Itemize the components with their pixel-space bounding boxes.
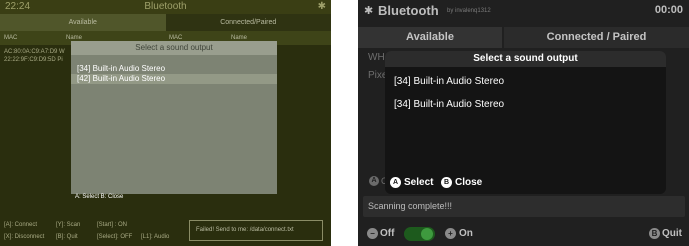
control-scan: [Y]: Scan [56,222,81,228]
b-button-icon: B [441,177,452,188]
b-button-icon: B [649,228,660,239]
off-label: Off [380,228,395,239]
minus-icon: − [367,228,378,239]
sound-output-item-selected[interactable]: [42] Built-in Audio Stereo [71,74,277,84]
device-list: AC:80:0A:C9:A7:D9 W 22:22:9F:C9:D9:5D Pi [4,48,65,64]
tab-available[interactable]: Available [0,14,166,31]
device-mac: 22:22:9F:C9:D9:5D [4,57,56,63]
legacy-bluetooth-screen: 22:24 Bluetooth ✱ Available Connected/Pa… [0,0,331,246]
control-l1: [L1]: Audio [141,234,170,240]
sound-output-dialog: Select a sound output [34] Built-in Audi… [385,51,666,194]
on-label: On [459,228,473,239]
plus-icon: + [445,228,456,239]
select-button[interactable]: A Select [390,177,433,188]
close-button[interactable]: B Close [441,177,482,188]
bottom-bar: − Off + On B Quit [358,224,689,244]
close-label: Close [455,177,483,188]
device-name-partial[interactable]: WH [368,52,385,63]
dialog-title: Select a sound output [71,41,277,55]
quit-button[interactable]: Quit [662,228,682,239]
bluetooth-icon: ✱ [364,5,374,17]
dialog-hint: A: Select B: Close [75,194,124,200]
tab-connected-paired[interactable]: Connected/Paired [165,14,331,31]
device-name: W [59,49,65,55]
select-label: Select [404,177,434,188]
tab-bar: Available Connected/Paired [0,14,331,31]
tab-available[interactable]: Available [358,27,502,48]
sound-output-item[interactable]: [34] Built-in Audio Stereo [71,64,277,74]
header-bar: 22:24 Bluetooth ✱ [0,0,331,14]
tab-connected-paired[interactable]: Connected / Paired [504,27,689,48]
control-connect: [A]: Connect [4,222,38,228]
header-bar: ✱ Bluetooth by invalenq1312 00:00 [358,0,689,24]
dialog-title: Select a sound output [385,51,666,67]
control-quit: [B]: Quit [56,234,78,240]
app-title: Bluetooth [144,1,187,12]
bluetooth-icon: ✱ [317,1,326,12]
sound-output-item[interactable]: [34] Built-in Audio Stereo [394,99,504,110]
control-select: [Select]: OFF [97,234,133,240]
sound-output-item[interactable]: [34] Built-in Audio Stereo [394,76,504,87]
control-disconnect: [X]: Disconnect [4,234,45,240]
status-message: Failed! Send to me: /data/connect.txt [189,220,323,241]
tab-bar: Available Connected / Paired [358,27,689,48]
a-button-icon: A [390,177,401,188]
list-item[interactable]: 22:22:9F:C9:D9:5D Pi [4,56,65,64]
sound-output-dialog: Select a sound output [34] Built-in Audi… [71,41,277,200]
device-name: Pi [57,57,63,63]
app-byline: by invalenq1312 [447,8,491,14]
bluetooth-toggle[interactable] [404,227,435,241]
a-button-icon: A [369,176,379,186]
control-start: [Start] : ON [97,222,128,228]
device-mac: AC:80:0A:C9:A7:D9 [4,49,58,55]
column-header-mac: MAC [4,35,18,41]
app-title: Bluetooth [378,3,439,18]
modern-bluetooth-screen: ✱ Bluetooth by invalenq1312 00:00 Availa… [358,0,689,246]
status-message: Scanning complete!!! [363,196,685,217]
toggle-knob [421,228,433,240]
clock: 00:00 [654,4,683,16]
list-item[interactable]: AC:80:0A:C9:A7:D9 W [4,48,65,56]
